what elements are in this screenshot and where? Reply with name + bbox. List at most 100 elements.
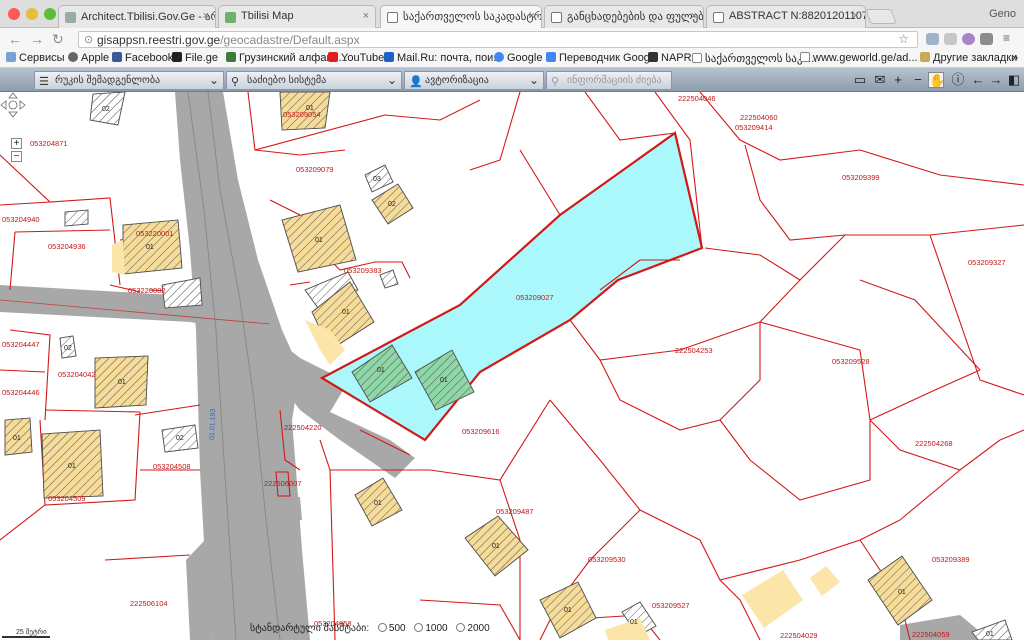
parcel-label: 222504046 [678,94,716,103]
building-label: 02 [102,106,110,113]
map-view[interactable]: 02 01 03 02 01 01 01 02 01 01 01 02 01 0… [0,92,1024,640]
building-label: 01 [986,631,994,638]
building-label: 01 [492,543,500,550]
bookmark-item[interactable]: საქართველოს საკა... [692,52,817,65]
address-bar[interactable]: ⊙ gisappsn.reestri.gov.ge/geocadastre/De… [78,31,918,48]
bookmark-item[interactable]: YouTube [328,52,384,64]
chevron-down-icon: ⌄ [386,73,397,87]
parcel-label: 222504029 [780,631,818,640]
parcel-label: 053209616 [462,427,500,436]
zoom-in-icon[interactable]: + [890,72,906,88]
bookmark-star-icon[interactable]: ☆ [898,32,909,46]
building-label: 01 [898,589,906,596]
scale-bar: 25 მეტრი [2,628,50,638]
bookmark-item[interactable]: NAPR [648,52,692,64]
chevron-down-icon: ⌄ [208,73,219,87]
building-label: 01 [315,237,323,244]
tab-applications[interactable]: განცხადებების და ფულები × [544,5,704,28]
bookmark-item[interactable]: Facebook [112,52,173,64]
url-path: /geocadastre/Default.aspx [220,33,360,47]
parcel-label: 222504268 [915,439,953,448]
pan-control-icon[interactable] [0,92,26,118]
map-layers-dropdown[interactable]: ☰ რუკის შემადგენლობა ⌄ [34,71,224,90]
bookmark-item[interactable]: Переводчик Google [546,52,659,64]
info-search-dropdown[interactable]: ⚲ ინფორმაციის ძიება [546,71,672,90]
building-label: 01 [440,377,448,384]
parcel-label: 053204936 [48,242,86,251]
parcel-label: 053204509 [48,494,86,503]
reload-icon[interactable]: ↻ [52,31,64,48]
bookmarks-bar: Сервисы Apple Facebook File.ge Грузински… [0,50,1024,68]
extension-viber-icon[interactable] [962,33,975,45]
extension-cloud-icon[interactable] [926,33,939,45]
close-window-button[interactable] [8,8,20,20]
parcel-label: 053209530 [588,555,626,564]
extension-box-icon[interactable] [980,33,993,45]
zoom-out-icon[interactable]: − [910,72,926,88]
building-label: 02 [176,435,184,442]
parcel-label: 053209383 [344,266,382,275]
parcel-label: 053209389 [932,555,970,564]
building[interactable] [64,209,89,227]
parcel-label: 222506007 [264,479,302,488]
authorization-dropdown[interactable]: 👤 ავტორიზაცია ⌄ [404,71,544,90]
bookmark-item[interactable]: Google [494,52,542,64]
cadastre-map-canvas: 02 01 03 02 01 01 01 02 01 01 01 02 01 0… [0,92,1024,640]
bookmark-folder[interactable]: Другие закладки [920,52,1017,64]
map-toolbar: ☰ რუკის შემადგენლობა ⌄ ⚲ საძიებო სისტემა… [0,68,1024,92]
tab-close-icon[interactable]: × [363,10,369,22]
map-zoom-out-button[interactable]: − [11,151,22,162]
next-extent-icon[interactable]: → [988,72,1004,88]
pan-hand-icon[interactable]: ✋ [928,72,945,88]
menu-icon[interactable]: ≡ [1003,31,1016,45]
previous-extent-icon[interactable]: ← [970,72,986,88]
bookmark-item[interactable]: www.geworld.ge/ad... [800,52,918,64]
scale-1000-radio[interactable] [414,623,424,632]
bookmarks-more[interactable]: » [1012,52,1018,64]
tab-favicon-icon [551,12,562,23]
info-icon[interactable]: ⓘ [950,72,966,88]
map-zoom-in-button[interactable]: + [11,138,22,149]
parcel-label: 053209414 [735,123,773,132]
building-label: 01 [146,244,154,251]
full-extent-icon[interactable]: ◧ [1006,72,1022,88]
tab-tbilisi-map[interactable]: Tbilisi Map × [218,5,376,28]
extension-grid-icon[interactable] [944,33,957,45]
parcel-label: 053204446 [2,388,40,397]
scale-500-radio[interactable] [377,623,387,632]
zoom-window-button[interactable] [44,8,56,20]
tab-favicon-icon [387,12,398,23]
building-label: 01 [342,309,350,316]
building-label: 01 [377,367,385,374]
building-label: 01 [13,435,21,442]
bookmark-item[interactable]: Сервисы [6,52,65,64]
bookmark-item[interactable]: Mail.Ru: почта, пои... [384,52,503,64]
new-tab-button[interactable] [865,9,897,24]
tab-architect[interactable]: Architect.Tbilisi.Gov.Ge - არქ × [58,5,216,28]
scale-selector: სტანდარტული მასშტაბი: 500 1000 2000 [250,623,490,634]
parcel-label: 053209079 [296,165,334,174]
search-system-dropdown[interactable]: ⚲ საძიებო სისტემა ⌄ [226,71,402,90]
tab-cadastre[interactable]: საქართველოს საკადასტრო × [380,5,542,29]
tab-bar: Architect.Tbilisi.Gov.Ge - არქ × Tbilisi… [0,0,1024,29]
parcel-label: 053204508 [153,462,191,471]
tab-close-icon[interactable]: × [203,10,209,22]
bookmark-item[interactable]: File.ge [172,52,218,64]
tab-close-icon[interactable]: × [529,10,535,22]
tab-close-icon[interactable]: × [691,10,697,22]
back-arrow-icon[interactable]: ← [8,31,22,47]
building-label: 01 [118,379,126,386]
layers-icon: ☰ [39,76,49,88]
tab-close-icon[interactable]: × [853,10,859,22]
parcel-label: 222504253 [675,346,713,355]
print-icon[interactable]: ▭ [852,72,868,88]
scale-2000-radio[interactable] [456,623,466,632]
mail-icon[interactable]: ✉ [872,72,888,88]
minimize-window-button[interactable] [26,8,38,20]
building-label: 02 [388,201,396,208]
forward-arrow-icon[interactable]: → [30,31,44,47]
bookmark-item[interactable]: Apple [68,52,109,64]
tab-abstract[interactable]: ABSTRACT N:882012011073 × [706,5,866,28]
url-host: gisappsn.reestri.gov.ge [97,33,221,47]
profile-name[interactable]: Geno [989,8,1016,20]
